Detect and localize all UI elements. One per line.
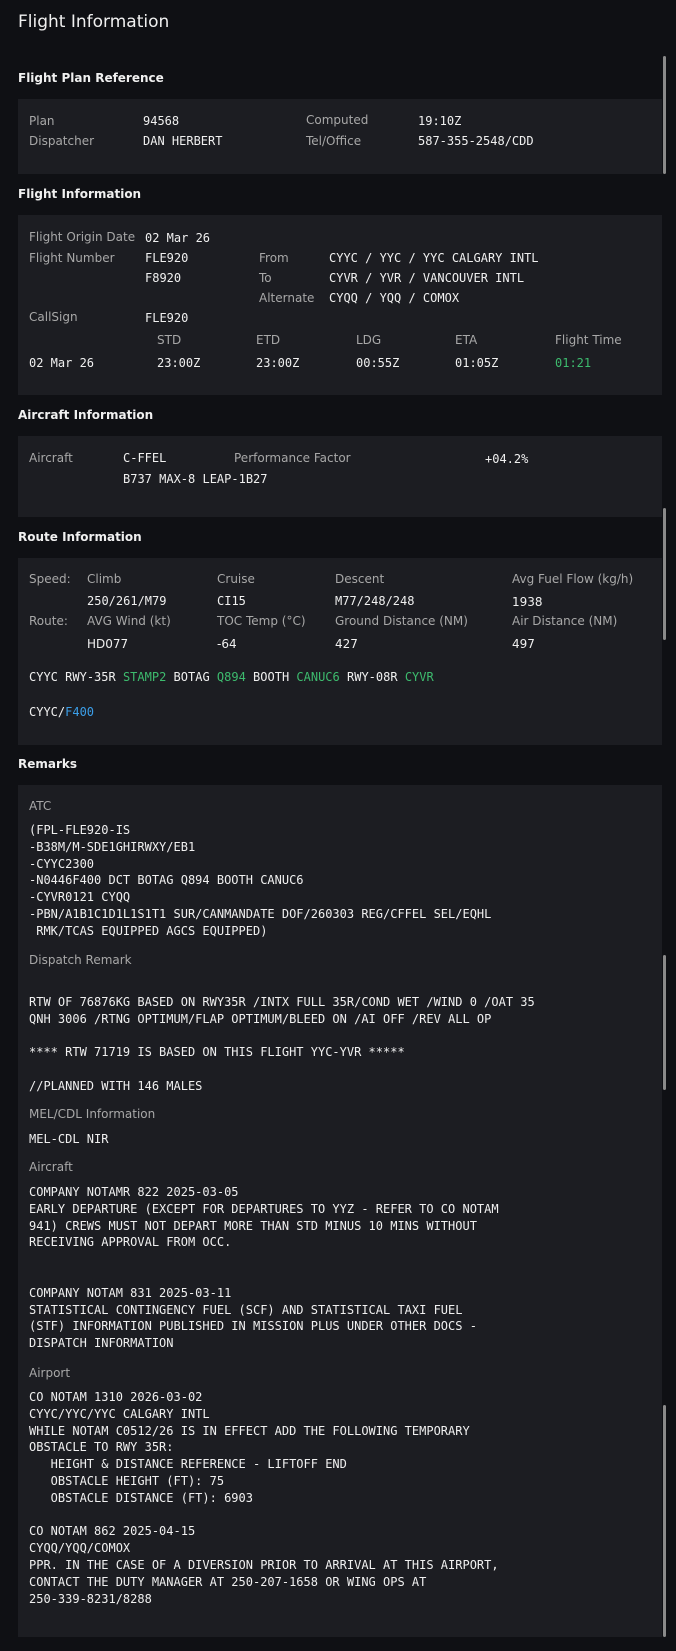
route-token: Q894	[216, 670, 246, 684]
ground-value: 427	[335, 637, 358, 651]
section-title-plan-ref: Flight Plan Reference	[18, 71, 164, 85]
flight-time-value: 01:21	[555, 356, 592, 370]
wind-label: AVG Wind (kt)	[87, 614, 171, 628]
flight-number-alt: F8920	[145, 271, 182, 285]
toc-label: TOC Temp (°C)	[217, 614, 306, 628]
callsign-value: FLE920	[145, 311, 189, 325]
atc-label: ATC	[29, 799, 52, 813]
to-label: To	[259, 271, 272, 285]
perf-factor-value: +04.2%	[485, 452, 529, 466]
speed-label: Speed:	[29, 572, 71, 586]
ldg-value: 00:55Z	[356, 356, 400, 370]
scrollbar-thumb-1[interactable]	[663, 56, 666, 174]
level-value: F400	[65, 705, 95, 719]
mel-label: MEL/CDL Information	[29, 1107, 156, 1121]
aircraft-remark-text: COMPANY NOTAMR 822 2025-03-05 EARLY DEPA…	[29, 1185, 499, 1351]
dispatch-remark-text: RTW OF 76876KG BASED ON RWY35R /INTX FUL…	[29, 995, 535, 1093]
date-value: 02 Mar 26	[29, 356, 95, 370]
flight-level-line: CYYC/F400	[29, 705, 94, 719]
tel-value: 587-355-2548/CDD	[418, 134, 534, 148]
route-label: Route:	[29, 614, 68, 628]
flight-info-panel: Flight Origin Date 02 Mar 26 Flight Numb…	[18, 215, 662, 395]
fuel-flow-value: 1938	[512, 595, 543, 609]
scrollbar-thumb-3[interactable]	[663, 955, 666, 1090]
flight-number-value: FLE920	[145, 251, 189, 265]
flight-number-label: Flight Number	[29, 251, 115, 265]
airport-remark-text: CO NOTAM 1310 2026-03-02 CYYC/YYC/YYC CA…	[29, 1390, 499, 1606]
plan-ref-panel: Plan 94568 Computed 19:10Z Dispatcher DA…	[18, 99, 662, 174]
route-token: BOOTH	[253, 670, 290, 684]
airport-remark-label: Airport	[29, 1366, 71, 1380]
climb-value: 250/261/M79	[87, 594, 167, 608]
remarks-panel: ATC (FPL-FLE920-IS -B38M/M-SDE1GHIRWXY/E…	[18, 785, 662, 1637]
etd-label: ETD	[256, 333, 281, 347]
route-token: CYVR	[404, 670, 434, 684]
plan-label: Plan	[29, 114, 55, 128]
eta-label: ETA	[455, 333, 478, 347]
std-label: STD	[157, 333, 182, 347]
route-token: BOTAG	[173, 670, 210, 684]
flight-time-label: Flight Time	[555, 333, 622, 347]
alternate-label: Alternate	[259, 291, 315, 305]
toc-value: -64	[217, 637, 237, 651]
aircraft-info-panel: Aircraft C-FFEL B737 MAX-8 LEAP-1B27 Per…	[18, 436, 662, 517]
aircraft-type: B737 MAX-8 LEAP-1B27	[123, 472, 268, 486]
descent-value: M77/248/248	[335, 594, 415, 608]
atc-text: (FPL-FLE920-IS -B38M/M-SDE1GHIRWXY/EB1 -…	[29, 823, 492, 938]
climb-label: Climb	[87, 572, 122, 586]
air-value: 497	[512, 637, 535, 651]
alternate-value: CYQQ / YQQ / COMOX	[329, 291, 460, 305]
aircraft-remark-label: Aircraft	[29, 1160, 73, 1174]
cruise-value: CI15	[217, 594, 246, 608]
aircraft-registration: C-FFEL	[123, 451, 167, 465]
section-title-route-info: Route Information	[18, 530, 142, 544]
ldg-label: LDG	[356, 333, 382, 347]
route-token: CYYC	[29, 670, 58, 684]
callsign-label: CallSign	[29, 310, 78, 324]
origin-date-value: 02 Mar 26	[145, 231, 211, 245]
fuel-flow-label: Avg Fuel Flow (kg/h)	[512, 572, 634, 586]
perf-factor-label: Performance Factor	[234, 451, 351, 465]
level-prefix: CYYC/	[29, 705, 66, 719]
cruise-label: Cruise	[217, 572, 255, 586]
eta-value: 01:05Z	[455, 356, 499, 370]
to-value: CYVR / YVR / VANCOUVER INTL	[329, 271, 525, 285]
route-token: CANUC6	[296, 670, 340, 684]
section-title-aircraft-info: Aircraft Information	[18, 408, 154, 422]
wind-value: HD077	[87, 637, 129, 651]
scrollbar-thumb-4[interactable]	[663, 1405, 666, 1637]
route-string: CYYC RWY-35R STAMP2 BOTAG Q894 BOOTH CAN…	[29, 670, 434, 684]
section-title-flight-info: Flight Information	[18, 187, 142, 201]
section-title-remarks: Remarks	[18, 757, 78, 771]
descent-label: Descent	[335, 572, 385, 586]
etd-value: 23:00Z	[256, 356, 300, 370]
dispatcher-label: Dispatcher	[29, 134, 95, 148]
std-value: 23:00Z	[157, 356, 201, 370]
air-label: Air Distance (NM)	[512, 614, 618, 628]
plan-value: 94568	[143, 114, 180, 128]
ground-label: Ground Distance (NM)	[335, 614, 468, 628]
route-token: RWY-08R	[347, 670, 398, 684]
route-token: RWY-35R	[65, 670, 116, 684]
origin-date-label: Flight Origin Date	[29, 230, 136, 244]
from-label: From	[259, 251, 289, 265]
dispatcher-value: DAN HERBERT	[143, 134, 223, 148]
from-value: CYYC / YYC / YYC CALGARY INTL	[329, 251, 539, 265]
route-token: STAMP2	[122, 670, 167, 684]
page-title: Flight Information	[18, 12, 170, 32]
mel-text: MEL-CDL NIR	[29, 1132, 109, 1146]
scrollbar-thumb-2[interactable]	[663, 508, 666, 640]
route-info-panel: Speed: Climb 250/261/M79 Cruise CI15 Des…	[18, 558, 662, 745]
computed-label: Computed	[306, 113, 369, 127]
tel-label: Tel/Office	[306, 134, 362, 148]
dispatch-remark-label: Dispatch Remark	[29, 953, 132, 967]
aircraft-label: Aircraft	[29, 451, 73, 465]
computed-value: 19:10Z	[418, 114, 462, 128]
